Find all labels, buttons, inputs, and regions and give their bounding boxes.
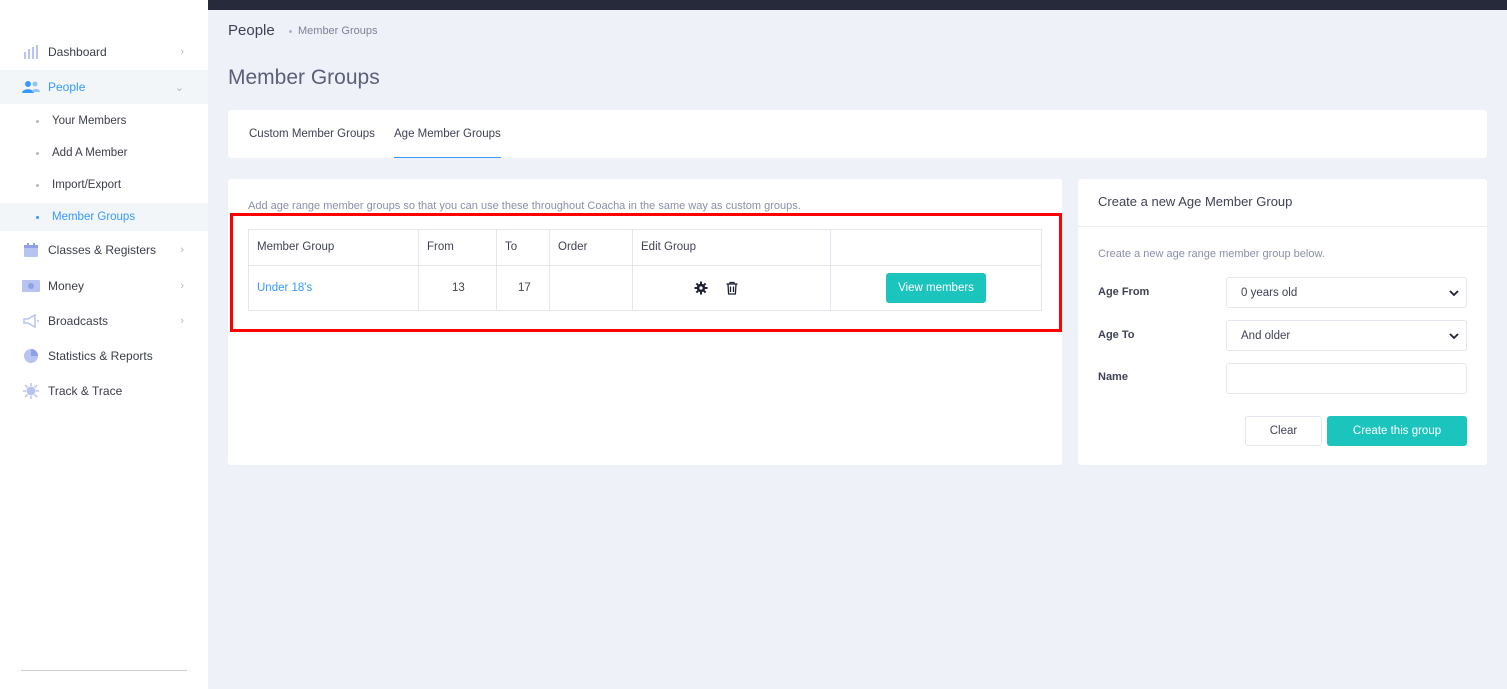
- pie-chart-icon: [22, 348, 40, 364]
- column-header-member-group: Member Group: [257, 241, 335, 253]
- calendar-icon: [22, 242, 40, 258]
- sidebar-item-label: Track & Trace: [48, 384, 123, 398]
- column-header-order: Order: [558, 241, 588, 253]
- tabs-bar: Custom Member Groups Age Member Groups: [228, 110, 1487, 158]
- card-description: Create a new age range member group belo…: [1098, 248, 1325, 260]
- sidebar-item-label: Broadcasts: [48, 314, 109, 328]
- sidebar-item-money[interactable]: Money ›: [0, 269, 208, 303]
- bar-chart-icon: [22, 44, 40, 60]
- sidebar-subitem-label: Import/Export: [52, 179, 122, 191]
- sidebar: Dashboard › People ⌄ Your Members Add A …: [0, 0, 208, 689]
- megaphone-icon: [22, 313, 40, 329]
- sidebar-item-label: Statistics & Reports: [48, 349, 153, 363]
- name-input[interactable]: [1226, 363, 1467, 394]
- column-header-to: To: [505, 241, 518, 253]
- column-divider: [549, 230, 550, 310]
- sidebar-subitem-add-member[interactable]: Add A Member: [0, 139, 208, 167]
- sidebar-subitem-label: Your Members: [52, 115, 127, 127]
- sidebar-item-label: Classes & Registers: [48, 243, 157, 257]
- create-group-button[interactable]: Create this group: [1327, 416, 1467, 446]
- column-header-edit-group: Edit Group: [641, 241, 696, 253]
- sidebar-subitem-your-members[interactable]: Your Members: [0, 107, 208, 135]
- sidebar-item-broadcasts[interactable]: Broadcasts ›: [0, 304, 208, 338]
- breadcrumb-current[interactable]: Member Groups: [298, 25, 377, 37]
- page-title: Member Groups: [228, 66, 380, 89]
- age-to-select[interactable]: And older: [1226, 320, 1467, 351]
- create-group-card: Create a new Age Member Group Create a n…: [1078, 179, 1487, 465]
- age-from-label: Age From: [1098, 286, 1150, 298]
- card-title: Create a new Age Member Group: [1098, 194, 1293, 209]
- top-bar: [208, 0, 1507, 10]
- sidebar-subitem-label: Member Groups: [52, 211, 136, 223]
- chevron-right-icon: ›: [180, 280, 184, 292]
- sidebar-item-dashboard[interactable]: Dashboard ›: [0, 35, 208, 69]
- group-from-value: 13: [452, 282, 465, 294]
- money-icon: [22, 278, 40, 294]
- bullet-icon: [36, 215, 39, 219]
- breadcrumb-title: People: [228, 22, 275, 39]
- column-header-from: From: [427, 241, 454, 253]
- chevron-down-icon: ⌄: [174, 81, 184, 94]
- header-divider: [249, 265, 1041, 266]
- age-from-select[interactable]: 0 years old: [1226, 277, 1467, 308]
- card-description: Add age range member groups so that you …: [248, 200, 801, 212]
- column-divider: [632, 230, 633, 310]
- virus-icon: [22, 383, 40, 399]
- chevron-right-icon: ›: [180, 315, 184, 327]
- chevron-right-icon: ›: [180, 46, 184, 58]
- tab-custom-member-groups[interactable]: Custom Member Groups: [249, 110, 375, 158]
- sidebar-item-label: Money: [48, 279, 85, 293]
- bullet-icon: [36, 183, 39, 187]
- sidebar-item-people[interactable]: People ⌄: [0, 70, 208, 104]
- sidebar-item-label: Dashboard: [48, 45, 107, 59]
- tab-age-member-groups[interactable]: Age Member Groups: [394, 110, 501, 158]
- sidebar-item-statistics[interactable]: Statistics & Reports: [0, 339, 208, 373]
- age-to-value: And older: [1241, 329, 1291, 342]
- chevron-down-icon: [1448, 330, 1460, 345]
- age-from-value: 0 years old: [1241, 286, 1298, 299]
- card-divider: [1078, 226, 1487, 227]
- sidebar-item-track-trace[interactable]: Track & Trace: [0, 374, 208, 408]
- age-groups-table: Member Group From To Order Edit Group Un…: [248, 229, 1042, 311]
- group-name-link[interactable]: Under 18's: [257, 282, 312, 294]
- bullet-icon: [36, 151, 39, 155]
- column-divider: [418, 230, 419, 310]
- bullet-icon: [36, 119, 39, 123]
- gear-icon[interactable]: [694, 281, 708, 295]
- group-to-value: 17: [518, 282, 531, 294]
- trash-icon[interactable]: [725, 281, 739, 295]
- sidebar-item-label: People: [48, 80, 86, 94]
- sidebar-item-classes[interactable]: Classes & Registers ›: [0, 233, 208, 267]
- sidebar-divider: [21, 670, 187, 671]
- age-to-label: Age To: [1098, 329, 1135, 341]
- sidebar-subitem-label: Add A Member: [52, 147, 128, 159]
- column-divider: [830, 230, 831, 310]
- age-groups-card: Add age range member groups so that you …: [228, 179, 1062, 465]
- people-icon: [22, 79, 40, 95]
- sidebar-subitem-member-groups[interactable]: Member Groups: [0, 203, 208, 231]
- view-members-button[interactable]: View members: [886, 273, 986, 303]
- chevron-right-icon: ›: [180, 244, 184, 256]
- sidebar-subitem-import-export[interactable]: Import/Export: [0, 171, 208, 199]
- breadcrumb-separator: [289, 30, 292, 33]
- chevron-down-icon: [1448, 287, 1460, 302]
- clear-button[interactable]: Clear: [1245, 416, 1322, 446]
- column-divider: [496, 230, 497, 310]
- name-label: Name: [1098, 371, 1128, 383]
